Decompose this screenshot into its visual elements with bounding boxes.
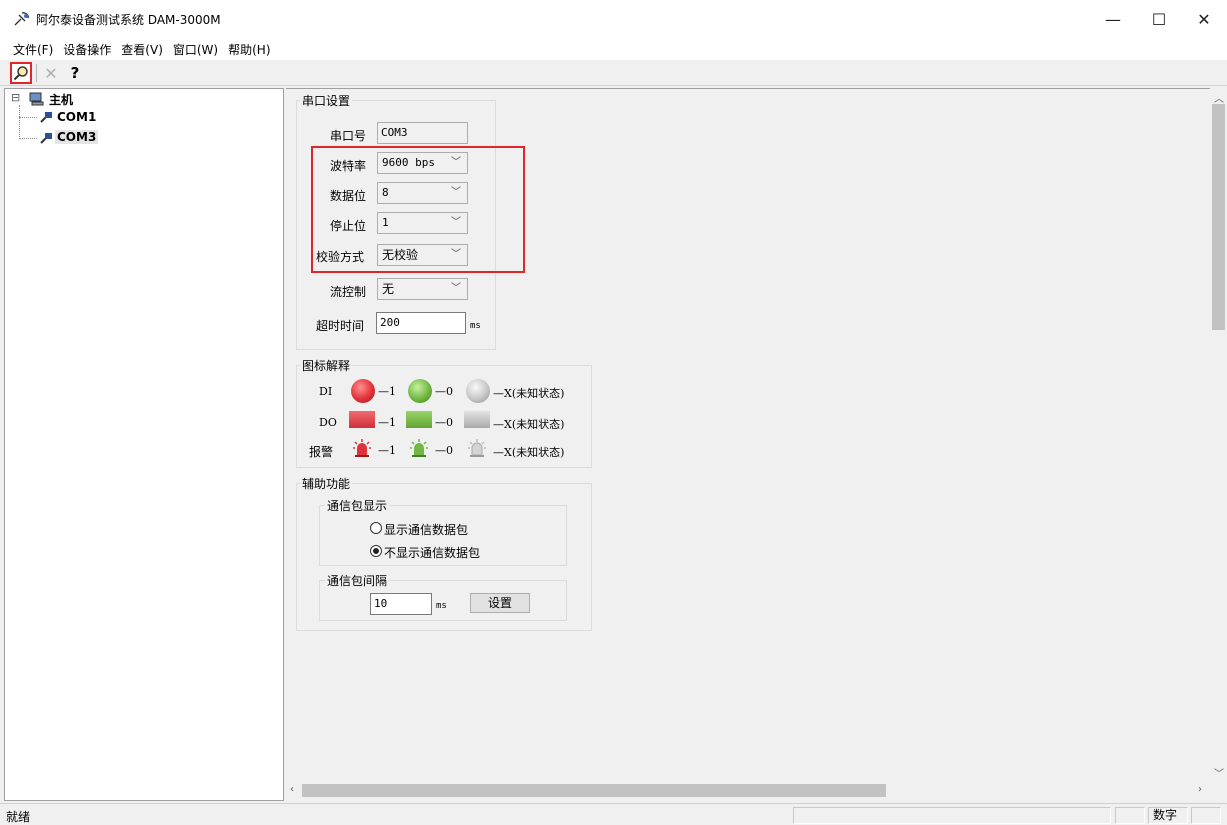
window-title: 阿尔泰设备测试系统 DAM-3000M (36, 13, 221, 27)
status-pane (793, 807, 1111, 824)
alarm-unknown-icon (468, 439, 486, 457)
menu-device-ops[interactable]: 设备操作 (63, 41, 111, 58)
legend-one: —1 (378, 416, 396, 429)
search-device-button[interactable] (10, 62, 32, 84)
legend-zero: —0 (435, 444, 453, 457)
port-label: 串口号 (330, 129, 367, 143)
flow-label: 流控制 (330, 285, 367, 299)
help-icon[interactable]: ? (64, 62, 86, 84)
close-button[interactable]: ✕ (1181, 0, 1227, 38)
delete-icon[interactable]: ✕ (40, 62, 62, 84)
minimize-button[interactable]: — (1090, 0, 1136, 38)
legend-do-label: DO (319, 416, 337, 429)
scroll-up-icon[interactable]: ︿ (1214, 90, 1224, 105)
aux-title: 辅助功能 (300, 475, 353, 492)
legend-alarm-label: 报警 (309, 445, 334, 459)
status-ready-text: 就绪 (6, 810, 31, 824)
interval-title: 通信包间隔 (325, 572, 390, 589)
tree-item-com1[interactable]: COM1 (57, 110, 96, 124)
legend-title: 图标解释 (300, 357, 353, 374)
scroll-down-icon[interactable]: ﹀ (1214, 765, 1224, 780)
device-tree: ⊟ 主机 COM1 COM3 (4, 88, 284, 801)
timeout-label: 超时时间 (316, 319, 365, 333)
status-pane (1115, 807, 1145, 824)
legend-one: —1 (378, 385, 396, 398)
set-interval-button[interactable]: 设置 (470, 593, 530, 613)
di-on-led (351, 379, 375, 403)
flow-value: 无 (382, 282, 395, 296)
numlock-indicator: 数字 (1148, 807, 1188, 824)
toolbar-separator (36, 64, 37, 82)
legend-zero: —0 (435, 416, 453, 429)
menu-window[interactable]: 窗口(W) (173, 41, 218, 58)
serial-port-icon (40, 133, 52, 144)
vertical-scroll-thumb[interactable] (1212, 104, 1225, 330)
app-logo-icon (14, 12, 29, 26)
hide-packets-label[interactable]: 不显示通信数据包 (384, 544, 480, 561)
title-bar: 阿尔泰设备测试系统 DAM-3000M — ☐ ✕ (0, 0, 1227, 38)
menu-file[interactable]: 文件(F) (13, 41, 53, 58)
menu-bar: 文件(F) 设备操作 查看(V) 窗口(W) 帮助(H) (0, 38, 1227, 60)
tree-expander-icon[interactable]: ⊟ (11, 91, 20, 104)
search-icon (13, 66, 28, 81)
toolbar: ✕ ? (0, 60, 1227, 86)
timeout-unit: ms (470, 321, 481, 331)
status-pane (1191, 807, 1221, 824)
menu-help[interactable]: 帮助(H) (228, 41, 270, 58)
host-computer-icon (29, 92, 44, 106)
timeout-input[interactable]: 200 (376, 312, 466, 334)
legend-unknown: —X(未知状态) (493, 418, 565, 431)
alarm-off-icon (410, 439, 428, 457)
do-unknown-led (464, 411, 490, 428)
scroll-right-icon[interactable]: › (1198, 784, 1202, 795)
show-packets-radio[interactable] (370, 522, 382, 534)
interval-unit: ms (436, 601, 447, 611)
highlight-box (311, 146, 525, 273)
interval-input[interactable]: 10 (370, 593, 432, 615)
packet-display-title: 通信包显示 (325, 497, 390, 514)
status-bar: 就绪 数字 (0, 803, 1227, 824)
chevron-down-icon: ﹀ (451, 283, 461, 294)
di-unknown-led (466, 379, 490, 403)
di-off-led (408, 379, 432, 403)
scroll-left-icon[interactable]: ‹ (290, 784, 294, 795)
maximize-button[interactable]: ☐ (1136, 0, 1182, 38)
legend-unknown: —X(未知状态) (493, 446, 565, 459)
show-packets-label[interactable]: 显示通信数据包 (384, 521, 468, 538)
legend-unknown: —X(未知状态) (493, 387, 565, 400)
do-off-led (406, 411, 432, 428)
tree-item-host[interactable]: 主机 (49, 91, 73, 108)
legend-zero: —0 (435, 385, 453, 398)
horizontal-scroll-thumb[interactable] (302, 784, 886, 797)
serial-settings-title: 串口设置 (300, 92, 353, 109)
legend-di-label: DI (319, 385, 333, 398)
hide-packets-radio[interactable] (370, 545, 382, 557)
serial-port-icon (40, 112, 52, 123)
legend-one: —1 (378, 444, 396, 457)
menu-view[interactable]: 查看(V) (121, 41, 163, 58)
tree-item-com3[interactable]: COM3 (55, 130, 99, 144)
port-field: COM3 (377, 122, 468, 144)
flow-select[interactable]: 无 ﹀ (377, 278, 468, 300)
do-on-led (349, 411, 375, 428)
alarm-on-icon (353, 439, 371, 457)
